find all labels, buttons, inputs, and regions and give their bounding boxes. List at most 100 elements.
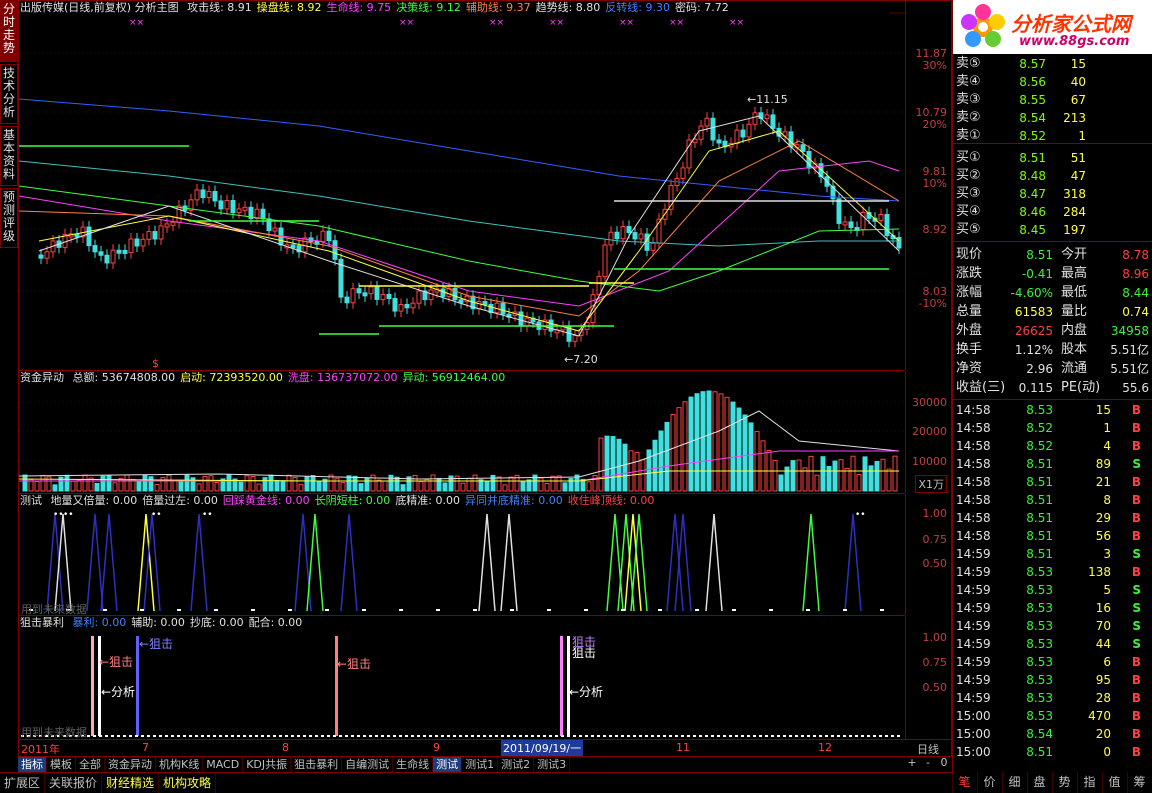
zoom-reset-button[interactable]: 0 <box>936 756 952 769</box>
candle-body <box>428 289 434 301</box>
tab-intraday[interactable]: 分时走势 <box>0 0 18 62</box>
ask-level[interactable]: 卖④ 8.56 40 <box>953 73 1152 91</box>
quote-row: 净资 2.96 流通 5.51亿 <box>953 360 1152 378</box>
signal-chart[interactable]: •• •• •• •• •• <box>19 494 905 615</box>
right-tab-button[interactable]: 笔 <box>952 772 976 793</box>
tick-row: 14:59 8.53 16 S <box>953 599 1152 617</box>
indicator-tab[interactable]: 生命线 <box>393 757 434 772</box>
tick-price: 8.51 <box>1026 547 1053 561</box>
baseline-marker <box>473 609 477 611</box>
chart-area[interactable]: 出版传媒(日线,前复权) 分析主图 攻击线: 8.91 操盘线: 8.92 生命线:… <box>18 0 952 740</box>
tick-row: 15:00 8.54 20 B <box>953 725 1152 743</box>
volume-bar <box>688 396 694 492</box>
bid-level[interactable]: 买④ 8.46 284 <box>953 203 1152 221</box>
candle-body <box>614 231 620 240</box>
baseline-marker <box>285 735 288 737</box>
volume-bar <box>316 481 322 492</box>
bid-level[interactable]: 买⑤ 8.45 197 <box>953 221 1152 239</box>
baseline-marker <box>483 735 486 737</box>
tab-tech-analysis[interactable]: 技术分析 <box>0 64 18 124</box>
candle-body <box>164 223 170 228</box>
zoom-out-button[interactable]: - <box>920 756 936 769</box>
indicator-tab[interactable]: 指标 <box>18 757 47 772</box>
volume-bar <box>286 474 292 492</box>
indicator-tab[interactable]: 测试1 <box>462 757 499 772</box>
baseline-marker <box>147 735 150 737</box>
bottom-bar-tab[interactable]: 扩展区 <box>0 773 46 793</box>
right-tab-button[interactable]: 盘 <box>1027 772 1051 793</box>
volume-bar <box>382 480 388 492</box>
indicator-tab[interactable]: KDJ共振 <box>243 757 292 772</box>
fund-panel[interactable]: 资金异动 总额: 53674808.00 启动: 72393520.00 洗盘: 1… <box>19 371 947 494</box>
ask-level[interactable]: 卖⑤ 8.57 15 <box>953 55 1152 73</box>
baseline-marker <box>603 735 606 737</box>
indicator-tab[interactable]: 自编测试 <box>342 757 394 772</box>
price-panel[interactable]: 出版传媒(日线,前复权) 分析主图 攻击线: 8.91 操盘线: 8.92 生命线:… <box>19 1 947 371</box>
volume-bar <box>730 401 736 492</box>
volume-bar <box>328 474 334 492</box>
indicator-tab[interactable]: 测试2 <box>498 757 535 772</box>
signal-spike <box>143 513 161 612</box>
candle-body <box>836 198 842 224</box>
tick-list[interactable]: 14:58 8.53 15 B 14:58 8.52 1 B 14:58 8.52 4 B 14:58 8… <box>953 401 1152 771</box>
bottom-bar-tab[interactable]: 关联报价 <box>45 773 103 793</box>
candle-body <box>878 214 884 221</box>
indicator-tab[interactable]: 模板 <box>47 757 76 772</box>
indicator-tab[interactable]: 资金异动 <box>105 757 156 772</box>
indicator-tab[interactable]: 全部 <box>76 757 105 772</box>
volume-bar <box>538 477 544 492</box>
tab-forecast[interactable]: 预测评级 <box>0 188 18 248</box>
volume-bar <box>388 474 394 492</box>
baseline-marker <box>325 609 329 611</box>
test-panel[interactable]: 测试 地量又倍量: 0.00 倍量过左: 0.00 回踩黄金线: 0.00 长阴短柱:… <box>19 494 947 616</box>
period-label[interactable]: 日线 <box>917 741 939 757</box>
baseline-marker <box>267 735 270 737</box>
bottom-bar-tab[interactable]: 机构攻略 <box>159 773 217 793</box>
indicator-tab[interactable]: 狙击暴利 <box>291 757 343 772</box>
volume-bar <box>670 414 676 492</box>
indicator-tab[interactable]: MACD <box>203 757 244 772</box>
baseline-marker <box>717 735 720 737</box>
right-tab-button[interactable]: 细 <box>1002 772 1026 793</box>
baseline-marker <box>584 609 588 611</box>
zoom-in-button[interactable]: + <box>904 756 920 769</box>
tab-basic-info[interactable]: 基本资料 <box>0 126 18 186</box>
candle-body <box>416 290 422 304</box>
volume-bar <box>250 475 256 492</box>
baseline-marker <box>321 735 324 737</box>
candle-body <box>212 191 218 202</box>
snipe-panel[interactable]: 狙击暴利 暴利: 0.00 辅助: 0.00 抄底: 0.00 配合: 0.00 ←狙… <box>19 616 947 739</box>
volume-bar <box>40 474 46 492</box>
bid-level[interactable]: 买② 8.48 47 <box>953 167 1152 185</box>
ask-level[interactable]: 卖② 8.54 213 <box>953 109 1152 127</box>
right-tab-button[interactable]: 筹 <box>1127 772 1151 793</box>
indicator-tab[interactable]: 测试 <box>433 757 463 772</box>
level-price: 8.46 <box>1019 205 1046 219</box>
baseline-marker <box>87 735 90 737</box>
bottom-bar-tab[interactable]: 财经精选 <box>102 773 160 793</box>
ask-list: 卖⑤ 8.57 15 卖④ 8.56 40 卖③ 8.55 67 卖② 8.54 213 卖① 8.52 1 <box>953 52 1152 144</box>
future-data-watermark: 用到未来数据 <box>21 726 87 739</box>
right-tab-button[interactable]: 指 <box>1077 772 1101 793</box>
baseline-marker <box>813 735 816 737</box>
ask-level[interactable]: 卖① 8.52 1 <box>953 127 1152 145</box>
baseline-marker <box>555 735 558 737</box>
bid-level[interactable]: 买① 8.51 51 <box>953 149 1152 167</box>
baseline-marker <box>207 735 210 737</box>
volume-bar <box>508 476 514 492</box>
snipe-chart[interactable]: ←狙击←分析←狙击←狙击狙击狙击←分析 <box>19 616 905 738</box>
volume-bar <box>832 460 838 492</box>
right-tab-button[interactable]: 势 <box>1052 772 1076 793</box>
right-tab-button[interactable]: 值 <box>1102 772 1126 793</box>
candlestick-chart[interactable]: ←11.15 ←7.20 $ ×× ×× ×× ×× ×× ×× ×× <box>19 1 905 370</box>
volume-bar <box>616 438 622 492</box>
volume-chart[interactable] <box>19 371 905 493</box>
indicator-tab[interactable]: 测试3 <box>534 757 571 772</box>
volume-bar <box>838 459 844 492</box>
level-volume: 47 <box>1070 169 1086 183</box>
right-tab-button[interactable]: 价 <box>977 772 1001 793</box>
ask-level[interactable]: 卖③ 8.55 67 <box>953 91 1152 109</box>
indicator-tab[interactable]: 机构K线 <box>156 757 204 772</box>
signal-spike <box>500 513 518 612</box>
bid-level[interactable]: 买③ 8.47 318 <box>953 185 1152 203</box>
